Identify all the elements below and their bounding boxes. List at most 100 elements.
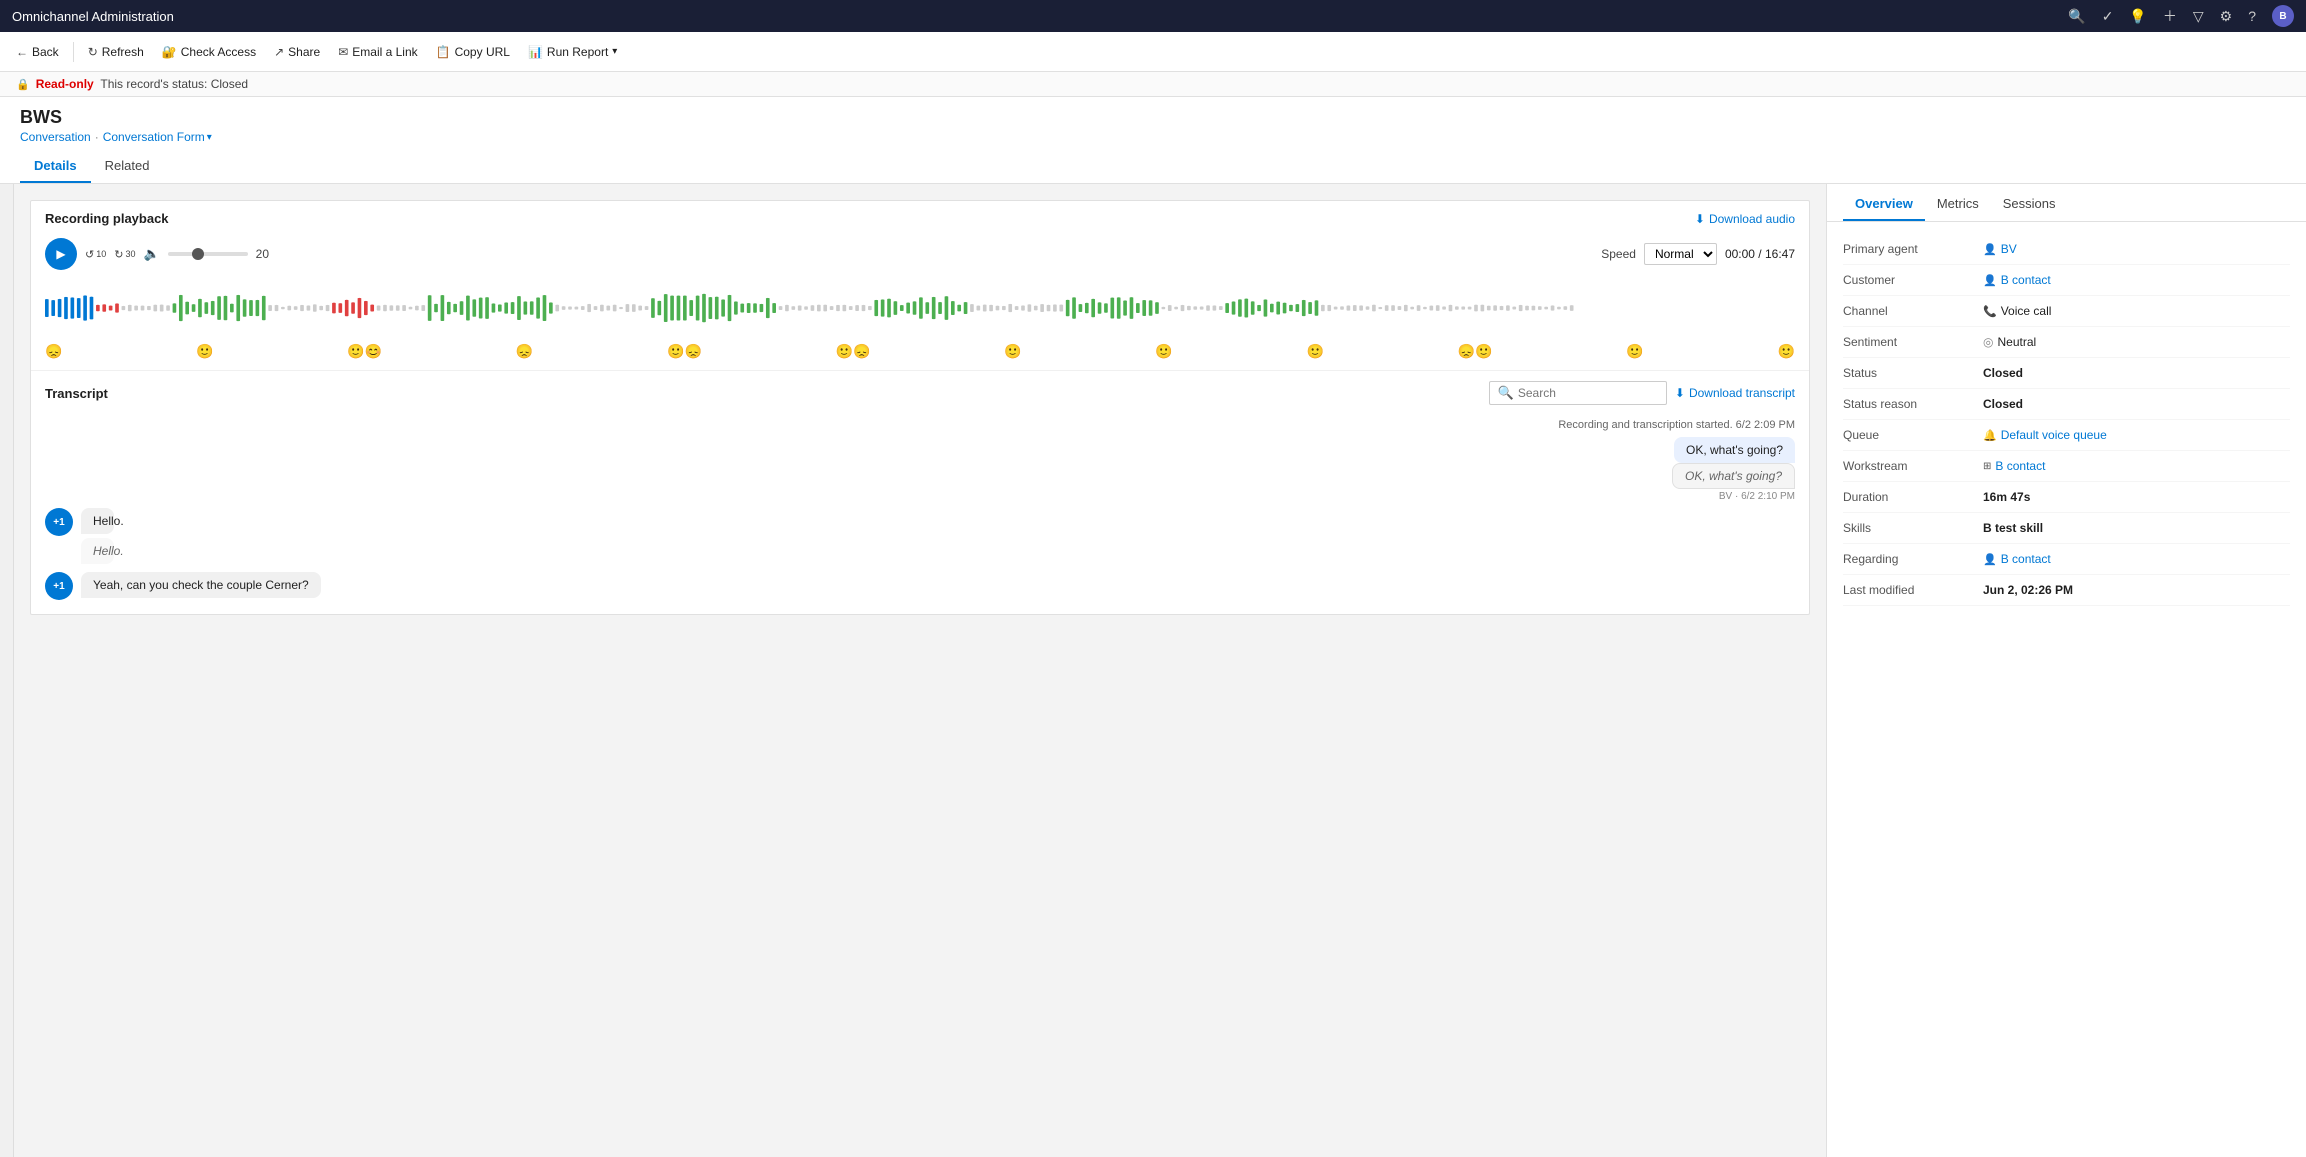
transcript-header: Transcript 🔍 ⬇ Download transcript bbox=[31, 370, 1809, 413]
volume-icon[interactable]: 🔈 bbox=[143, 246, 159, 262]
seek-thumb bbox=[192, 248, 204, 260]
player-controls: ▶ ↺ 10 ↻ 30 🔈 20 Speed 0.5x 0.75x bbox=[31, 232, 1809, 274]
workstream-icon: ⊞ bbox=[1983, 461, 1991, 472]
copy-icon: 📋 bbox=[436, 45, 451, 59]
label-duration: Duration bbox=[1843, 490, 1983, 504]
search-icon[interactable]: 🔍 bbox=[2068, 8, 2085, 25]
sentiment-text: Neutral bbox=[1997, 335, 2036, 349]
sentiment-icon-9: 🙂 bbox=[1307, 343, 1324, 360]
bubble-2: Hello. bbox=[81, 508, 114, 534]
bubble-3: Hello. bbox=[81, 538, 114, 564]
sentiment-row: 😞 🙂 🙂😊 😞 🙂😞 🙂😞 🙂 🙂 🙂 😞🙂 🙂 🙂 bbox=[45, 341, 1795, 362]
avatar[interactable]: B bbox=[2272, 5, 2294, 27]
tab-details[interactable]: Details bbox=[20, 150, 91, 183]
info-row-duration: Duration 16m 47s bbox=[1843, 482, 2290, 513]
filter-icon[interactable]: ▽ bbox=[2193, 8, 2204, 25]
chat-area: Recording and transcription started. 6/2… bbox=[31, 413, 1809, 614]
skip-back-icon: ↺ bbox=[85, 248, 94, 261]
refresh-icon: ↻ bbox=[88, 45, 98, 59]
check-circle-icon[interactable]: ✓ bbox=[2102, 8, 2114, 25]
help-icon[interactable]: ? bbox=[2248, 8, 2256, 24]
info-row-primary-agent: Primary agent 👤 BV bbox=[1843, 234, 2290, 265]
label-status-reason: Status reason bbox=[1843, 397, 1983, 411]
avatar-circle-2: +1 bbox=[45, 572, 73, 600]
label-last-modified: Last modified bbox=[1843, 583, 1983, 597]
sentiment-icon-12: 🙂 bbox=[1777, 343, 1794, 360]
plus-icon[interactable]: ＋ bbox=[2163, 6, 2177, 26]
link-customer[interactable]: B contact bbox=[2001, 273, 2051, 287]
info-row-skills: Skills B test skill bbox=[1843, 513, 2290, 544]
sentiment-icon-3: 🙂😊 bbox=[347, 343, 382, 360]
breadcrumb: Conversation · Conversation Form ▾ bbox=[20, 130, 2286, 144]
skip-forward-button[interactable]: ↻ 30 bbox=[114, 248, 135, 261]
info-row-sentiment: Sentiment ◎ Neutral bbox=[1843, 327, 2290, 358]
transcript-actions: 🔍 ⬇ Download transcript bbox=[1489, 381, 1795, 405]
value-status: Closed bbox=[1983, 366, 2023, 380]
skip-back-button[interactable]: ↺ 10 bbox=[85, 248, 106, 261]
phone-icon: 📞 bbox=[1983, 305, 1997, 318]
value-status-reason: Closed bbox=[1983, 397, 2023, 411]
queue-icon: 🔔 bbox=[1983, 429, 1997, 442]
message-left-2: +1 Yeah, can you check the couple Cerner… bbox=[45, 572, 1795, 600]
link-workstream[interactable]: B contact bbox=[1995, 459, 2045, 473]
transcript-search-input[interactable] bbox=[1518, 386, 1658, 400]
run-report-button[interactable]: 📊 Run Report ▾ bbox=[520, 41, 625, 63]
search-box: 🔍 bbox=[1489, 381, 1667, 405]
check-access-icon: 🔐 bbox=[162, 45, 177, 59]
link-regarding[interactable]: B contact bbox=[2001, 552, 2051, 566]
sentiment-icon-5: 🙂😞 bbox=[667, 343, 702, 360]
content-area: Recording playback ⬇ Download audio ▶ ↺ … bbox=[14, 184, 1826, 1157]
recording-card: Recording playback ⬇ Download audio ▶ ↺ … bbox=[30, 200, 1810, 615]
value-customer: 👤 B contact bbox=[1983, 273, 2051, 287]
last-modified-value: Jun 2, 02:26 PM bbox=[1983, 583, 2073, 597]
command-bar: ← Back ↻ Refresh 🔐 Check Access ↗ Share … bbox=[0, 32, 2306, 72]
value-regarding: 👤 B contact bbox=[1983, 552, 2051, 566]
sentiment-icon-6: 🙂😞 bbox=[836, 343, 871, 360]
skills-value: B test skill bbox=[1983, 521, 2043, 535]
info-row-channel: Channel 📞 Voice call bbox=[1843, 296, 2290, 327]
report-icon: 📊 bbox=[528, 45, 543, 59]
waveform-svg[interactable] bbox=[45, 278, 1795, 338]
channel-text: Voice call bbox=[2001, 304, 2052, 318]
copy-url-button[interactable]: 📋 Copy URL bbox=[428, 41, 518, 63]
share-button[interactable]: ↗ Share bbox=[266, 41, 328, 63]
bubble-1: OK, what's going? bbox=[1674, 437, 1795, 463]
msg-meta-1: BV · 6/2 2:10 PM bbox=[1719, 491, 1795, 502]
play-button[interactable]: ▶ bbox=[45, 238, 77, 270]
page-tabs: Details Related bbox=[20, 150, 2286, 183]
back-button[interactable]: ← Back bbox=[8, 41, 67, 63]
bubble-1-italic: OK, what's going? bbox=[1672, 463, 1795, 489]
panel-tab-overview[interactable]: Overview bbox=[1843, 184, 1925, 221]
seek-bar[interactable] bbox=[168, 252, 248, 256]
info-row-status-reason: Status reason Closed bbox=[1843, 389, 2290, 420]
link-queue[interactable]: Default voice queue bbox=[2001, 428, 2107, 442]
value-skills: B test skill bbox=[1983, 521, 2043, 535]
info-row-last-modified: Last modified Jun 2, 02:26 PM bbox=[1843, 575, 2290, 606]
top-nav-icons: 🔍 ✓ 💡 ＋ ▽ ⚙ ? B bbox=[2068, 5, 2294, 27]
avatar-circle-1: +1 bbox=[45, 508, 73, 536]
panel-tab-metrics[interactable]: Metrics bbox=[1925, 184, 1991, 221]
speed-label: Speed bbox=[1601, 247, 1636, 261]
download-icon: ⬇ bbox=[1695, 212, 1705, 226]
tab-related[interactable]: Related bbox=[91, 150, 164, 183]
refresh-button[interactable]: ↻ Refresh bbox=[80, 41, 152, 63]
lightbulb-icon[interactable]: 💡 bbox=[2129, 8, 2146, 25]
settings-icon[interactable]: ⚙ bbox=[2220, 8, 2233, 25]
label-skills: Skills bbox=[1843, 521, 1983, 535]
left-stripe bbox=[0, 184, 14, 1157]
info-row-regarding: Regarding 👤 B contact bbox=[1843, 544, 2290, 575]
download-audio-button[interactable]: ⬇ Download audio bbox=[1695, 212, 1795, 226]
speed-select[interactable]: 0.5x 0.75x Normal 1.25x 1.5x 2x bbox=[1644, 243, 1717, 265]
breadcrumb-form[interactable]: Conversation Form ▾ bbox=[103, 130, 212, 144]
sentiment-icon-10: 😞🙂 bbox=[1458, 343, 1493, 360]
download-transcript-button[interactable]: ⬇ Download transcript bbox=[1675, 386, 1795, 400]
email-link-button[interactable]: ✉ Email a Link bbox=[330, 41, 425, 63]
breadcrumb-conversation[interactable]: Conversation bbox=[20, 130, 91, 144]
email-icon: ✉ bbox=[338, 45, 348, 59]
check-access-button[interactable]: 🔐 Check Access bbox=[154, 41, 264, 63]
panel-tab-sessions[interactable]: Sessions bbox=[1991, 184, 2068, 221]
waveform-area: 😞 🙂 🙂😊 😞 🙂😞 🙂😞 🙂 🙂 🙂 😞🙂 🙂 🙂 bbox=[31, 274, 1809, 370]
search-icon-transcript: 🔍 bbox=[1498, 385, 1514, 401]
link-primary-agent[interactable]: BV bbox=[2001, 242, 2017, 256]
readonly-text: Read-only This record's status: Closed bbox=[36, 77, 248, 91]
